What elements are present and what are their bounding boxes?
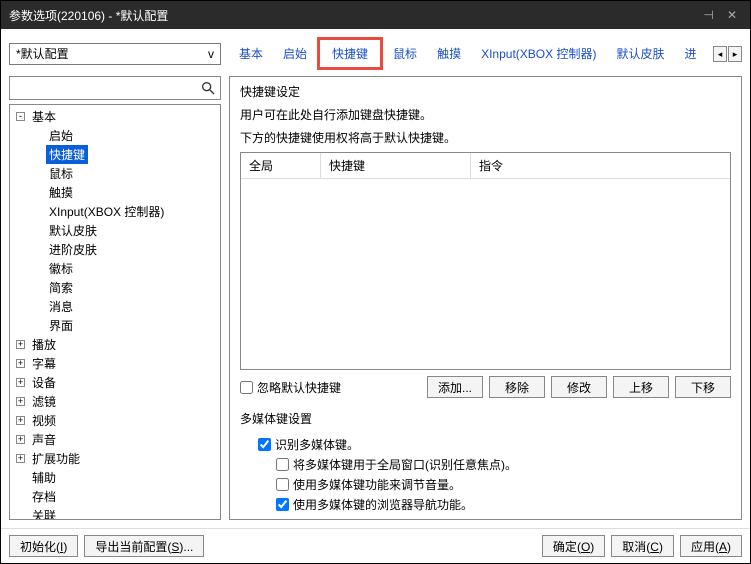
media-browser-checkbox[interactable]: 使用多媒体键的浏览器导航功能。 xyxy=(258,496,731,513)
tree-item-message[interactable]: 消息 xyxy=(10,297,220,316)
desc-line-1: 用户可在此处自行添加键盘快捷键。 xyxy=(240,106,731,123)
window-title: 参数选项(220106) - *默认配置 xyxy=(9,7,168,24)
col-shortcut[interactable]: 快捷键 xyxy=(321,153,471,178)
tree-item-search[interactable]: 简索 xyxy=(10,278,220,297)
tree-item-mouse[interactable]: 鼠标 xyxy=(10,164,220,183)
tab-strip: 基本 启始 快捷键 鼠标 触摸 XInput(XBOX 控制器) 默认皮肤 进 … xyxy=(229,37,742,70)
sidebar: -基本 启始 快捷键 鼠标 触摸 XInput(XBOX 控制器) 默认皮肤 进… xyxy=(9,76,221,520)
tab-nav: ◂ ▸ xyxy=(713,46,742,62)
ok-button[interactable]: 确定(O) xyxy=(542,535,605,557)
expand-icon[interactable]: + xyxy=(16,359,25,368)
media-volume-input[interactable] xyxy=(276,478,289,491)
window-controls: ⊣ ✕ xyxy=(699,8,742,22)
tab-default-skin[interactable]: 默认皮肤 xyxy=(606,41,674,66)
tab-mouse[interactable]: 鼠标 xyxy=(383,41,427,66)
search-input[interactable] xyxy=(9,76,221,100)
remove-button[interactable]: 移除 xyxy=(489,376,545,398)
add-button[interactable]: 添加... xyxy=(427,376,483,398)
main-panel: 快捷键设定 用户可在此处自行添加键盘快捷键。 下方的快捷键使用权将高于默认快捷键… xyxy=(229,76,742,520)
media-global-input[interactable] xyxy=(276,458,289,471)
ignore-default-checkbox[interactable]: 忽略默认快捷键 xyxy=(240,379,341,396)
tab-more[interactable]: 进 xyxy=(674,41,706,66)
config-selected-label: *默认配置 xyxy=(16,45,69,62)
media-options: 识别多媒体键。 将多媒体键用于全局窗口(识别任意焦点)。 使用多媒体键功能来调节… xyxy=(240,436,731,513)
tree-item-default-skin[interactable]: 默认皮肤 xyxy=(10,221,220,240)
expand-icon[interactable]: + xyxy=(16,416,25,425)
media-volume-checkbox[interactable]: 使用多媒体键功能来调节音量。 xyxy=(258,476,731,493)
export-button[interactable]: 导出当前配置(S)... xyxy=(84,535,204,557)
cancel-button[interactable]: 取消(C) xyxy=(611,535,674,557)
tree-item-video[interactable]: +视频 xyxy=(10,411,220,430)
tree-item-adv-skin[interactable]: 进阶皮肤 xyxy=(10,240,220,259)
table-toolbar: 忽略默认快捷键 添加... 移除 修改 上移 下移 xyxy=(240,376,731,398)
apply-button[interactable]: 应用(A) xyxy=(680,535,742,557)
expand-icon[interactable]: + xyxy=(16,397,25,406)
config-select[interactable]: *默认配置 v xyxy=(9,43,221,65)
recognize-media-checkbox[interactable]: 识别多媒体键。 xyxy=(258,436,731,453)
tab-basic[interactable]: 基本 xyxy=(229,41,273,66)
expand-icon[interactable]: + xyxy=(16,378,25,387)
tree-root-basic[interactable]: -基本 xyxy=(10,107,220,126)
media-global-checkbox[interactable]: 将多媒体键用于全局窗口(识别任意焦点)。 xyxy=(258,456,731,473)
close-icon[interactable]: ✕ xyxy=(722,8,742,22)
footer: 初始化(I) 导出当前配置(S)... 确定(O) 取消(C) 应用(A) xyxy=(1,528,750,563)
col-global[interactable]: 全局 xyxy=(241,153,321,178)
tab-shortcuts[interactable]: 快捷键 xyxy=(317,37,383,70)
moveup-button[interactable]: 上移 xyxy=(613,376,669,398)
expand-icon[interactable]: + xyxy=(16,435,25,444)
tree-item-badge[interactable]: 徽标 xyxy=(10,259,220,278)
topbar: *默认配置 v 基本 启始 快捷键 鼠标 触摸 XInput(XBOX 控制器)… xyxy=(9,37,742,70)
tab-start[interactable]: 启始 xyxy=(273,41,317,66)
tree-item-start[interactable]: 启始 xyxy=(10,126,220,145)
shortcuts-table[interactable]: 全局 快捷键 指令 xyxy=(240,152,731,370)
tree-item-subtitle[interactable]: +字幕 xyxy=(10,354,220,373)
preferences-window: 参数选项(220106) - *默认配置 ⊣ ✕ *默认配置 v 基本 启始 快… xyxy=(0,0,751,564)
tab-scroll-right[interactable]: ▸ xyxy=(728,46,742,62)
tree-item-assoc[interactable]: 关联 xyxy=(10,506,220,520)
movedown-button[interactable]: 下移 xyxy=(675,376,731,398)
tab-xinput[interactable]: XInput(XBOX 控制器) xyxy=(471,41,606,66)
content-row: -基本 启始 快捷键 鼠标 触摸 XInput(XBOX 控制器) 默认皮肤 进… xyxy=(9,76,742,520)
tree-item-playback[interactable]: +播放 xyxy=(10,335,220,354)
table-header: 全局 快捷键 指令 xyxy=(241,153,730,179)
recognize-media-input[interactable] xyxy=(258,438,271,451)
tab-scroll-left[interactable]: ◂ xyxy=(713,46,727,62)
tree-item-device[interactable]: +设备 xyxy=(10,373,220,392)
tree-item-interface[interactable]: 界面 xyxy=(10,316,220,335)
edit-button[interactable]: 修改 xyxy=(551,376,607,398)
tree-item-touch[interactable]: 触摸 xyxy=(10,183,220,202)
expand-icon[interactable]: + xyxy=(16,454,25,463)
expand-icon[interactable]: + xyxy=(16,340,25,349)
ignore-default-input[interactable] xyxy=(240,381,253,394)
titlebar: 参数选项(220106) - *默认配置 ⊣ ✕ xyxy=(1,1,750,29)
tree-item-xinput[interactable]: XInput(XBOX 控制器) xyxy=(10,202,220,221)
section-title: 快捷键设定 xyxy=(240,83,731,100)
col-command[interactable]: 指令 xyxy=(471,153,730,178)
tree-item-ext[interactable]: +扩展功能 xyxy=(10,449,220,468)
window-body: *默认配置 v 基本 启始 快捷键 鼠标 触摸 XInput(XBOX 控制器)… xyxy=(1,29,750,528)
media-section-title: 多媒体键设置 xyxy=(240,410,731,427)
tree-item-shortcuts[interactable]: 快捷键 xyxy=(10,145,220,164)
chevron-down-icon: v xyxy=(208,47,214,61)
collapse-icon[interactable]: - xyxy=(16,112,25,121)
tab-touch[interactable]: 触摸 xyxy=(427,41,471,66)
tree-item-assist[interactable]: 辅助 xyxy=(10,468,220,487)
search-icon xyxy=(200,80,216,96)
tree-item-filter[interactable]: +滤镜 xyxy=(10,392,220,411)
initialize-button[interactable]: 初始化(I) xyxy=(9,535,78,557)
tree-item-audio[interactable]: +声音 xyxy=(10,430,220,449)
tree-item-archive[interactable]: 存档 xyxy=(10,487,220,506)
media-browser-input[interactable] xyxy=(276,498,289,511)
pin-icon[interactable]: ⊣ xyxy=(699,8,719,22)
desc-line-2: 下方的快捷键使用权将高于默认快捷键。 xyxy=(240,129,731,146)
category-tree[interactable]: -基本 启始 快捷键 鼠标 触摸 XInput(XBOX 控制器) 默认皮肤 进… xyxy=(9,104,221,520)
